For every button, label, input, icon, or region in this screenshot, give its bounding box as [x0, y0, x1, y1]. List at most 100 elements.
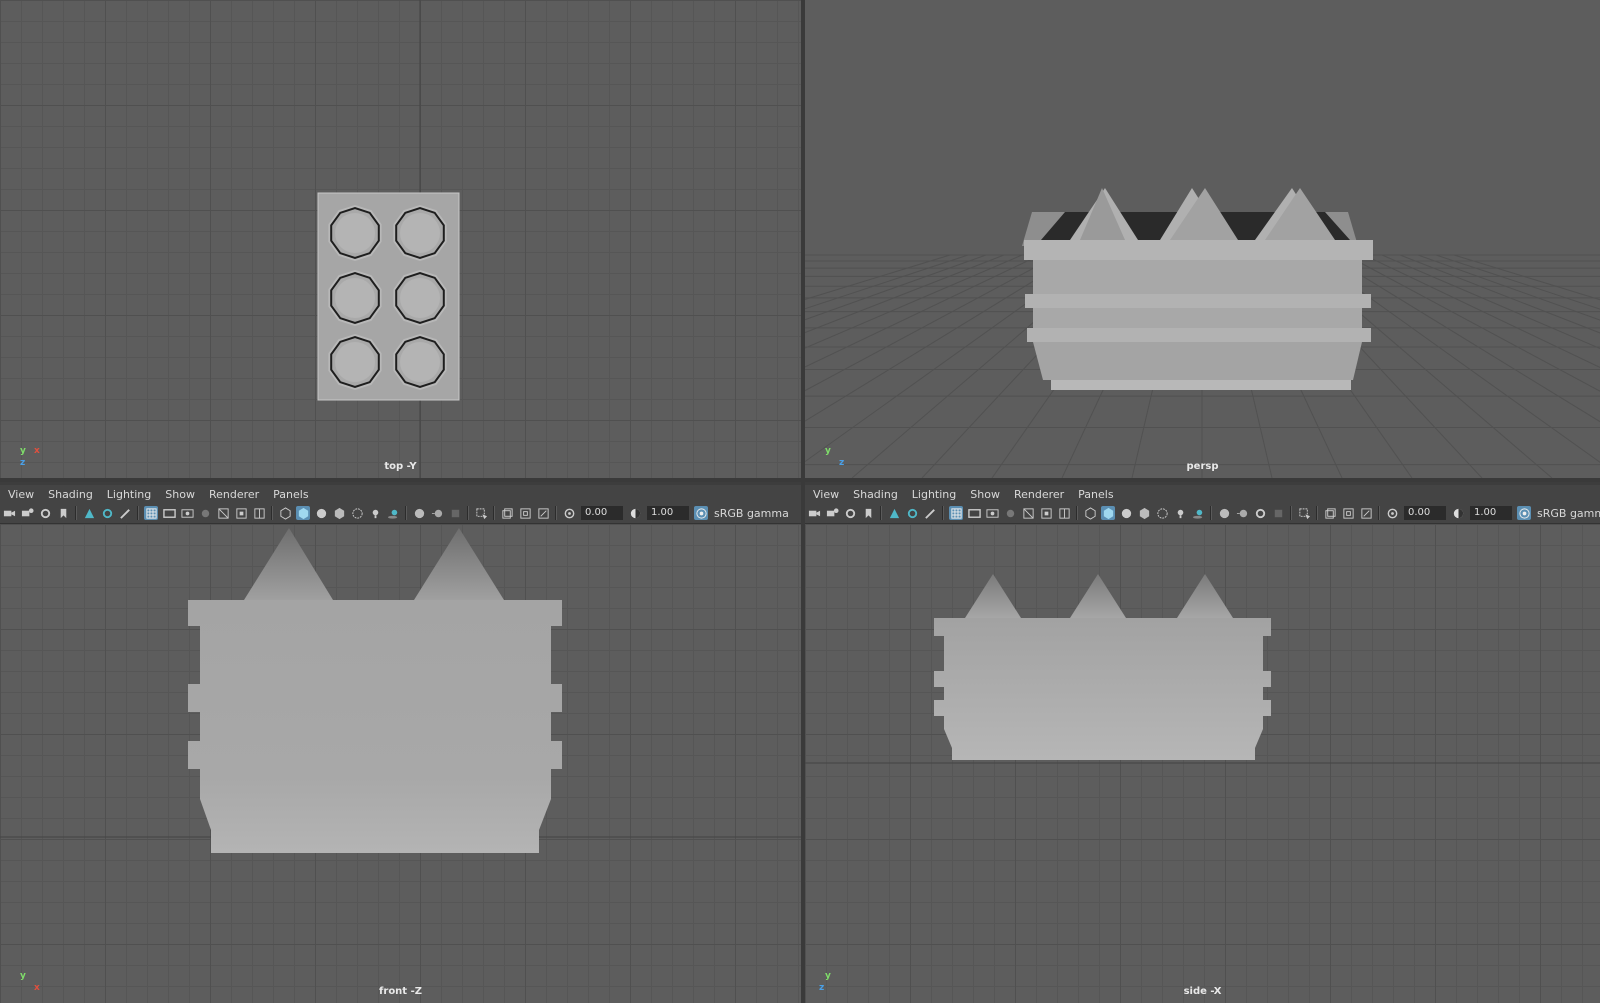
panel-toolbar-front: 0.00 1.00 sRGB gamma	[0, 503, 801, 524]
textured-icon[interactable]	[1137, 506, 1151, 520]
menu-view[interactable]: View	[805, 488, 846, 501]
motion-blur-icon[interactable]	[1235, 506, 1249, 520]
exposure-field[interactable]: 0.00	[581, 506, 623, 520]
field-chart-icon[interactable]	[216, 506, 230, 520]
camera-icon[interactable]	[2, 506, 16, 520]
xray-icon[interactable]	[500, 506, 514, 520]
camera-icon[interactable]	[807, 506, 821, 520]
colorspace-label[interactable]: sRGB gamma	[714, 507, 789, 520]
side-view-model	[805, 574, 1600, 764]
motion-blur-icon[interactable]	[430, 506, 444, 520]
grid-line	[805, 254, 1059, 392]
menu-view[interactable]: View	[0, 488, 41, 501]
menu-panels[interactable]: Panels	[266, 488, 315, 501]
isolate-icon[interactable]	[1297, 506, 1311, 520]
grid-icon[interactable]	[949, 506, 963, 520]
ambient-occlusion-icon[interactable]	[412, 506, 426, 520]
menu-lighting[interactable]: Lighting	[905, 488, 963, 501]
safe-action-icon[interactable]	[234, 506, 248, 520]
safe-title-icon[interactable]	[1057, 506, 1071, 520]
color-management-icon[interactable]	[1517, 506, 1531, 520]
camera-tools-icon[interactable]	[38, 506, 52, 520]
viewport-label: side -X	[1183, 986, 1222, 997]
colorspace-label[interactable]: sRGB gamma	[1537, 507, 1600, 520]
depth-of-field-icon[interactable]	[1271, 506, 1285, 520]
xray-components-icon[interactable]	[536, 506, 550, 520]
color-management-icon[interactable]	[694, 506, 708, 520]
viewport-front[interactable]: y x front -Z	[0, 524, 801, 1003]
grid-line	[805, 254, 987, 321]
resolution-gate-icon[interactable]	[985, 506, 999, 520]
cone-tip	[400, 342, 440, 382]
rotate-icon[interactable]	[100, 506, 114, 520]
ambient-occlusion-icon[interactable]	[1217, 506, 1231, 520]
menu-shading[interactable]: Shading	[846, 488, 905, 501]
textured-icon[interactable]	[332, 506, 346, 520]
gamma-icon[interactable]	[1451, 506, 1465, 520]
checker-icon[interactable]	[350, 506, 364, 520]
pencil-icon[interactable]	[118, 506, 132, 520]
xray-joints-icon[interactable]	[1341, 506, 1355, 520]
shadows-icon[interactable]	[386, 506, 400, 520]
bookmark-icon[interactable]	[56, 506, 70, 520]
film-gate-icon[interactable]	[967, 506, 981, 520]
exposure-icon[interactable]	[1385, 506, 1399, 520]
grid-line	[805, 254, 1023, 349]
viewport-persp[interactable]: y z persp	[805, 0, 1600, 478]
smooth-shade-icon[interactable]	[296, 506, 310, 520]
gamma-field[interactable]: 1.00	[1470, 506, 1512, 520]
wireframe-icon[interactable]	[1083, 506, 1097, 520]
menu-shading[interactable]: Shading	[41, 488, 100, 501]
viewport-label: front -Z	[379, 986, 422, 997]
safe-title-icon[interactable]	[252, 506, 266, 520]
menu-renderer[interactable]: Renderer	[1007, 488, 1071, 501]
xray-joints-icon[interactable]	[518, 506, 532, 520]
exposure-icon[interactable]	[562, 506, 576, 520]
camera-attributes-icon[interactable]	[825, 506, 839, 520]
xray-components-icon[interactable]	[1359, 506, 1373, 520]
film-gate-icon[interactable]	[162, 506, 176, 520]
gamma-icon[interactable]	[628, 506, 642, 520]
wireframe-icon[interactable]	[278, 506, 292, 520]
grid-icon[interactable]	[144, 506, 158, 520]
safe-action-icon[interactable]	[1039, 506, 1053, 520]
anti-alias-icon[interactable]	[448, 506, 462, 520]
viewport-top[interactable]: y x z top -Y	[0, 0, 801, 478]
resolution-gate-icon[interactable]	[180, 506, 194, 520]
viewport-side[interactable]: y z side -X	[805, 524, 1600, 1003]
lights-icon[interactable]	[1173, 506, 1187, 520]
bookmark-icon[interactable]	[861, 506, 875, 520]
checker-icon[interactable]	[1155, 506, 1169, 520]
rotate-icon[interactable]	[905, 506, 919, 520]
gamma-field[interactable]: 1.00	[647, 506, 689, 520]
gate-mask-icon[interactable]	[1003, 506, 1017, 520]
menu-panels[interactable]: Panels	[1071, 488, 1120, 501]
cone-tip	[335, 342, 375, 382]
menu-show[interactable]: Show	[963, 488, 1007, 501]
menu-show[interactable]: Show	[158, 488, 202, 501]
grid-line	[1417, 254, 1600, 321]
grid-line	[805, 254, 951, 300]
default-material-icon[interactable]	[1119, 506, 1133, 520]
menu-renderer[interactable]: Renderer	[202, 488, 266, 501]
smooth-shade-icon[interactable]	[1101, 506, 1115, 520]
persp-view-model	[805, 188, 1600, 478]
menu-lighting[interactable]: Lighting	[100, 488, 158, 501]
shadows-icon[interactable]	[1191, 506, 1205, 520]
field-chart-icon[interactable]	[1021, 506, 1035, 520]
xray-icon[interactable]	[1323, 506, 1337, 520]
pencil-icon[interactable]	[923, 506, 937, 520]
camera-tools-icon[interactable]	[843, 506, 857, 520]
cone-tip	[400, 278, 440, 318]
image-plane-icon[interactable]	[887, 506, 901, 520]
isolate-icon[interactable]	[474, 506, 488, 520]
image-plane-icon[interactable]	[82, 506, 96, 520]
panel-menubar-side: View Shading Lighting Show Renderer Pane…	[805, 485, 1600, 503]
gate-mask-icon[interactable]	[198, 506, 212, 520]
viewport-label: top -Y	[384, 461, 417, 472]
camera-attributes-icon[interactable]	[20, 506, 34, 520]
default-material-icon[interactable]	[314, 506, 328, 520]
exposure-field[interactable]: 0.00	[1404, 506, 1446, 520]
anti-alias-icon[interactable]	[1253, 506, 1267, 520]
lights-icon[interactable]	[368, 506, 382, 520]
